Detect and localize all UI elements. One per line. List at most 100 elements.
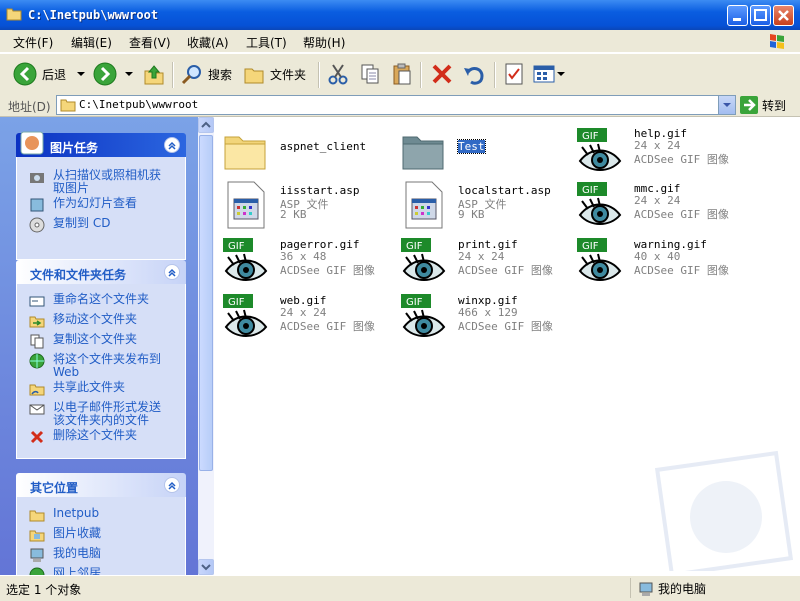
task-slideshow-item[interactable]: 作为幻灯片查看 xyxy=(29,197,137,213)
place-network-item[interactable]: 网上邻居 xyxy=(29,567,101,575)
gif-badge: GIF xyxy=(228,297,245,308)
file-tasks-header[interactable]: 文件和文件夹任务 xyxy=(16,260,186,284)
task-pane-scrollbar[interactable] xyxy=(198,117,214,575)
file-item[interactable]: aspnet_client xyxy=(222,127,392,177)
task-copy-item[interactable]: 复制这个文件夹 xyxy=(29,333,137,349)
picture-tasks-header[interactable]: 图片任务 xyxy=(16,131,186,157)
network-icon xyxy=(29,567,45,575)
file-item[interactable]: iisstart.asp ASP 文件 2 KB xyxy=(222,181,392,231)
place-label: 网上邻居 xyxy=(53,566,102,576)
copy-icon xyxy=(361,64,379,84)
asp-file-icon xyxy=(405,181,443,229)
task-move-item[interactable]: 移动这个文件夹 xyxy=(29,313,137,329)
minimize-button[interactable] xyxy=(727,5,748,26)
delete-icon xyxy=(30,430,44,444)
properties-button[interactable] xyxy=(502,60,526,88)
scroll-down-button[interactable] xyxy=(198,559,214,575)
toolbar: 后退 搜索 文件夹 xyxy=(0,53,800,95)
other-places-panel: 其它位置 Inetpub 图片收藏 我的电脑 网上邻居 xyxy=(16,473,186,575)
gif-eye-icon: GIF xyxy=(577,182,622,225)
menu-tools[interactable]: 工具(T) xyxy=(246,34,287,51)
copy-button[interactable] xyxy=(358,60,382,88)
folders-button[interactable]: 文件夹 xyxy=(242,60,306,88)
address-dropdown-button[interactable] xyxy=(718,96,735,114)
paste-icon xyxy=(393,63,411,85)
status-text: 选定 1 个对象 xyxy=(6,583,82,597)
paste-button[interactable] xyxy=(390,60,414,88)
file-item[interactable]: GIF winxp.gif 466 x 129 ACDSee GIF 图像 xyxy=(400,293,570,343)
panel-title: 文件和文件夹任务 xyxy=(30,268,127,282)
file-type: ACDSee GIF 图像 xyxy=(458,264,553,277)
chevron-down-icon xyxy=(77,72,86,76)
computer-icon xyxy=(639,582,653,596)
task-email-item[interactable]: 以电子邮件形式发送该文件夹内的文件 xyxy=(29,401,169,427)
file-type: ACDSee GIF 图像 xyxy=(634,153,729,166)
place-pictures-item[interactable]: 图片收藏 xyxy=(29,527,101,543)
maximize-button[interactable] xyxy=(750,5,771,26)
views-icon xyxy=(533,65,555,83)
menu-help[interactable]: 帮助(H) xyxy=(303,34,345,51)
back-button[interactable]: 后退 xyxy=(12,60,88,88)
gif-eye-icon: GIF xyxy=(401,238,446,281)
file-size: 2 KB xyxy=(280,208,307,221)
other-places-header[interactable]: 其它位置 xyxy=(16,473,186,497)
task-copy-cd-item[interactable]: 复制到 CD xyxy=(29,217,110,233)
status-zone: 我的电脑 xyxy=(638,580,706,597)
search-button[interactable]: 搜索 xyxy=(180,60,232,88)
cut-button[interactable] xyxy=(326,60,350,88)
asp-file-icon xyxy=(227,181,265,229)
menu-file[interactable]: 文件(F) xyxy=(13,34,53,51)
file-item[interactable]: GIF web.gif 24 x 24 ACDSee GIF 图像 xyxy=(222,293,392,343)
folder-icon xyxy=(6,8,22,21)
move-folder-icon xyxy=(29,316,45,328)
search-icon xyxy=(181,65,201,85)
menu-view[interactable]: 查看(V) xyxy=(129,34,171,51)
globe-icon xyxy=(29,353,45,369)
place-my-computer-item[interactable]: 我的电脑 xyxy=(29,547,101,563)
address-input[interactable]: C:\Inetpub\wwwroot xyxy=(56,95,736,115)
picture-tasks-icon xyxy=(20,131,44,155)
task-publish-item[interactable]: 将这个文件夹发布到 Web xyxy=(29,353,169,379)
properties-icon xyxy=(505,63,523,85)
go-arrow-icon xyxy=(740,96,758,114)
scroll-thumb[interactable] xyxy=(199,135,213,471)
file-item[interactable]: GIF help.gif 24 x 24 ACDSee GIF 图像 xyxy=(576,127,756,177)
file-type: ACDSee GIF 图像 xyxy=(458,320,553,333)
views-button[interactable] xyxy=(532,60,566,88)
collapse-icon[interactable] xyxy=(164,137,180,153)
up-folder-button[interactable] xyxy=(142,60,166,88)
collapse-icon[interactable] xyxy=(164,477,180,493)
collapse-icon[interactable] xyxy=(164,264,180,280)
menu-edit[interactable]: 编辑(E) xyxy=(71,34,112,51)
file-item[interactable]: GIF warning.gif 40 x 40 ACDSee GIF 图像 xyxy=(576,237,756,287)
window-title: C:\Inetpub\wwwroot xyxy=(28,8,159,22)
menu-favorites[interactable]: 收藏(A) xyxy=(187,34,229,51)
task-label: 复制这个文件夹 xyxy=(53,332,138,346)
close-button[interactable] xyxy=(773,5,794,26)
gif-badge: GIF xyxy=(406,241,423,252)
go-button[interactable]: 转到 xyxy=(740,96,786,114)
forward-button[interactable] xyxy=(92,60,136,88)
task-delete-item[interactable]: 删除这个文件夹 xyxy=(29,429,137,445)
scroll-up-button[interactable] xyxy=(198,117,214,133)
task-label: 从扫描仪或照相机获取图片 xyxy=(53,168,162,195)
place-inetpub-item[interactable]: Inetpub xyxy=(29,507,99,523)
file-item-selected[interactable]: Test xyxy=(400,127,570,177)
watermark-image xyxy=(654,450,794,571)
gif-badge: GIF xyxy=(582,131,599,142)
file-item[interactable]: GIF print.gif 24 x 24 ACDSee GIF 图像 xyxy=(400,237,570,287)
task-scan-item[interactable]: 从扫描仪或照相机获取图片 xyxy=(29,169,165,195)
file-type: ACDSee GIF 图像 xyxy=(280,264,375,277)
file-item[interactable]: GIF pagerror.gif 36 x 48 ACDSee GIF 图像 xyxy=(222,237,392,287)
file-item[interactable]: localstart.asp ASP 文件 9 KB xyxy=(400,181,570,231)
file-item[interactable]: GIF mmc.gif 24 x 24 ACDSee GIF 图像 xyxy=(576,181,756,231)
delete-button[interactable] xyxy=(430,60,454,88)
go-label: 转到 xyxy=(762,98,787,113)
task-share-item[interactable]: 共享此文件夹 xyxy=(29,381,125,397)
undo-button[interactable] xyxy=(462,60,486,88)
task-label: 以电子邮件形式发送该文件夹内的文件 xyxy=(53,400,162,427)
title-bar: C:\Inetpub\wwwroot xyxy=(0,0,800,30)
task-label: 重命名这个文件夹 xyxy=(53,292,150,306)
file-name: aspnet_client xyxy=(280,140,367,153)
task-rename-item[interactable]: 重命名这个文件夹 xyxy=(29,293,149,309)
